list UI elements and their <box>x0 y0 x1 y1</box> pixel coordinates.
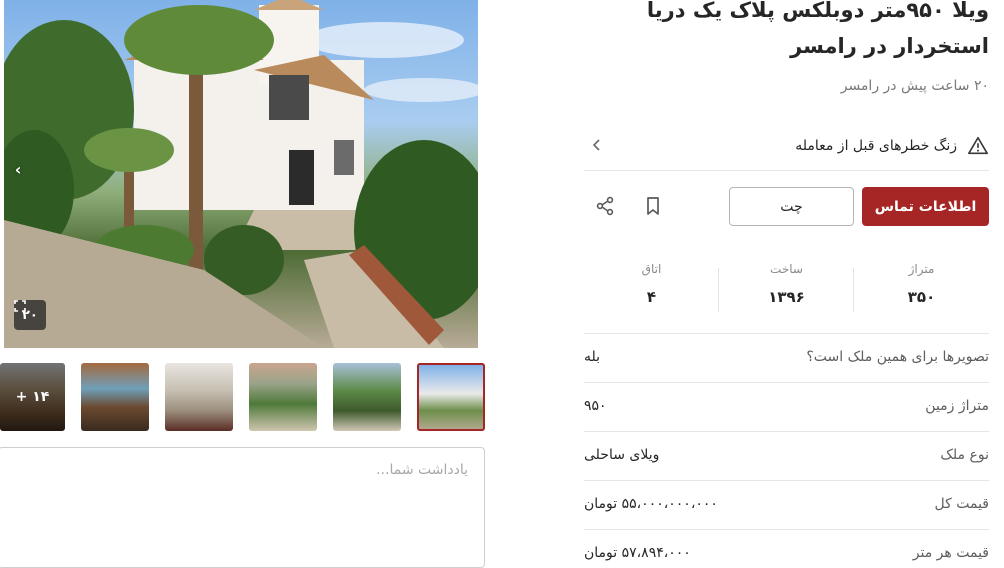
contact-info-button[interactable]: اطلاعات تماس <box>862 187 989 226</box>
photo-count-badge[interactable]: ۲۰ <box>14 300 46 330</box>
stat-value: ۳۵۰ <box>907 288 936 306</box>
detail-row-price-per-meter: قیمت هر متر ۵۷،۸۹۴،۰۰۰ تومان <box>584 529 989 568</box>
detail-row-land-area: متراژ زمین ۹۵۰ <box>584 382 989 430</box>
divider <box>584 170 989 171</box>
stat-value: ۴ <box>646 288 657 306</box>
stat-value: ۱۳۹۶ <box>768 288 805 306</box>
warning-label: زنگ خطرهای قبل از معامله <box>795 138 957 154</box>
stat-label: اتاق <box>641 262 662 276</box>
bookmark-icon[interactable] <box>643 196 663 216</box>
previous-photo-button[interactable]: ‹ <box>10 160 26 180</box>
thumbnail-more[interactable]: + ۱۴ <box>0 363 65 431</box>
detail-key: نوع ملک <box>940 447 989 463</box>
chat-button[interactable]: چت <box>729 187 854 226</box>
thumbnail[interactable] <box>333 363 401 431</box>
warning-triangle-icon <box>968 136 988 155</box>
detail-row-property-type: نوع ملک ویلای ساحلی <box>584 431 989 479</box>
listing-subtitle: ۲۰ ساعت پیش در رامسر <box>840 78 989 94</box>
detail-value: ویلای ساحلی <box>584 447 660 463</box>
detail-value: ۵۵،۰۰۰،۰۰۰،۰۰۰ تومان <box>584 496 718 512</box>
detail-value: ۵۷،۸۹۴،۰۰۰ تومان <box>584 545 691 561</box>
stat-year-built: ساخت ۱۳۹۶ <box>719 262 854 306</box>
detail-key: قیمت کل <box>934 496 989 512</box>
detail-row-photos-real: تصویرها برای همین ملک است؟ بله <box>584 333 989 381</box>
detail-key: تصویرها برای همین ملک است؟ <box>806 349 989 365</box>
stat-area: متراژ ۳۵۰ <box>854 262 989 306</box>
more-photos-label: + ۱۴ <box>0 363 65 431</box>
expand-icon <box>14 300 26 312</box>
note-textarea[interactable] <box>0 447 485 568</box>
thumbnail-selected[interactable] <box>417 363 485 431</box>
detail-row-total-price: قیمت کل ۵۵،۰۰۰،۰۰۰،۰۰۰ تومان <box>584 480 989 528</box>
thumbnail[interactable] <box>249 363 317 431</box>
warning-link[interactable]: زنگ خطرهای قبل از معامله <box>584 126 989 166</box>
thumbnail[interactable] <box>81 363 149 431</box>
chevron-left-icon <box>592 139 600 151</box>
share-icon[interactable] <box>595 196 615 216</box>
detail-value: ۹۵۰ <box>584 398 607 414</box>
stat-label: متراژ <box>908 262 935 276</box>
stat-label: ساخت <box>770 262 803 276</box>
main-listing-photo[interactable]: ‹ ۲۰ <box>4 0 478 348</box>
listing-title: ویلا ۹۵۰متر دوبلکس پلاک یک دریا استخردار… <box>646 0 989 58</box>
key-stats: متراژ ۳۵۰ ساخت ۱۳۹۶ اتاق ۴ <box>584 262 989 318</box>
thumbnail[interactable] <box>165 363 233 431</box>
villa-photo-illustration <box>4 0 478 348</box>
stat-rooms: اتاق ۴ <box>584 262 719 306</box>
detail-value: بله <box>584 349 601 365</box>
detail-key: قیمت هر متر <box>912 545 989 561</box>
detail-key: متراژ زمین <box>925 398 989 414</box>
